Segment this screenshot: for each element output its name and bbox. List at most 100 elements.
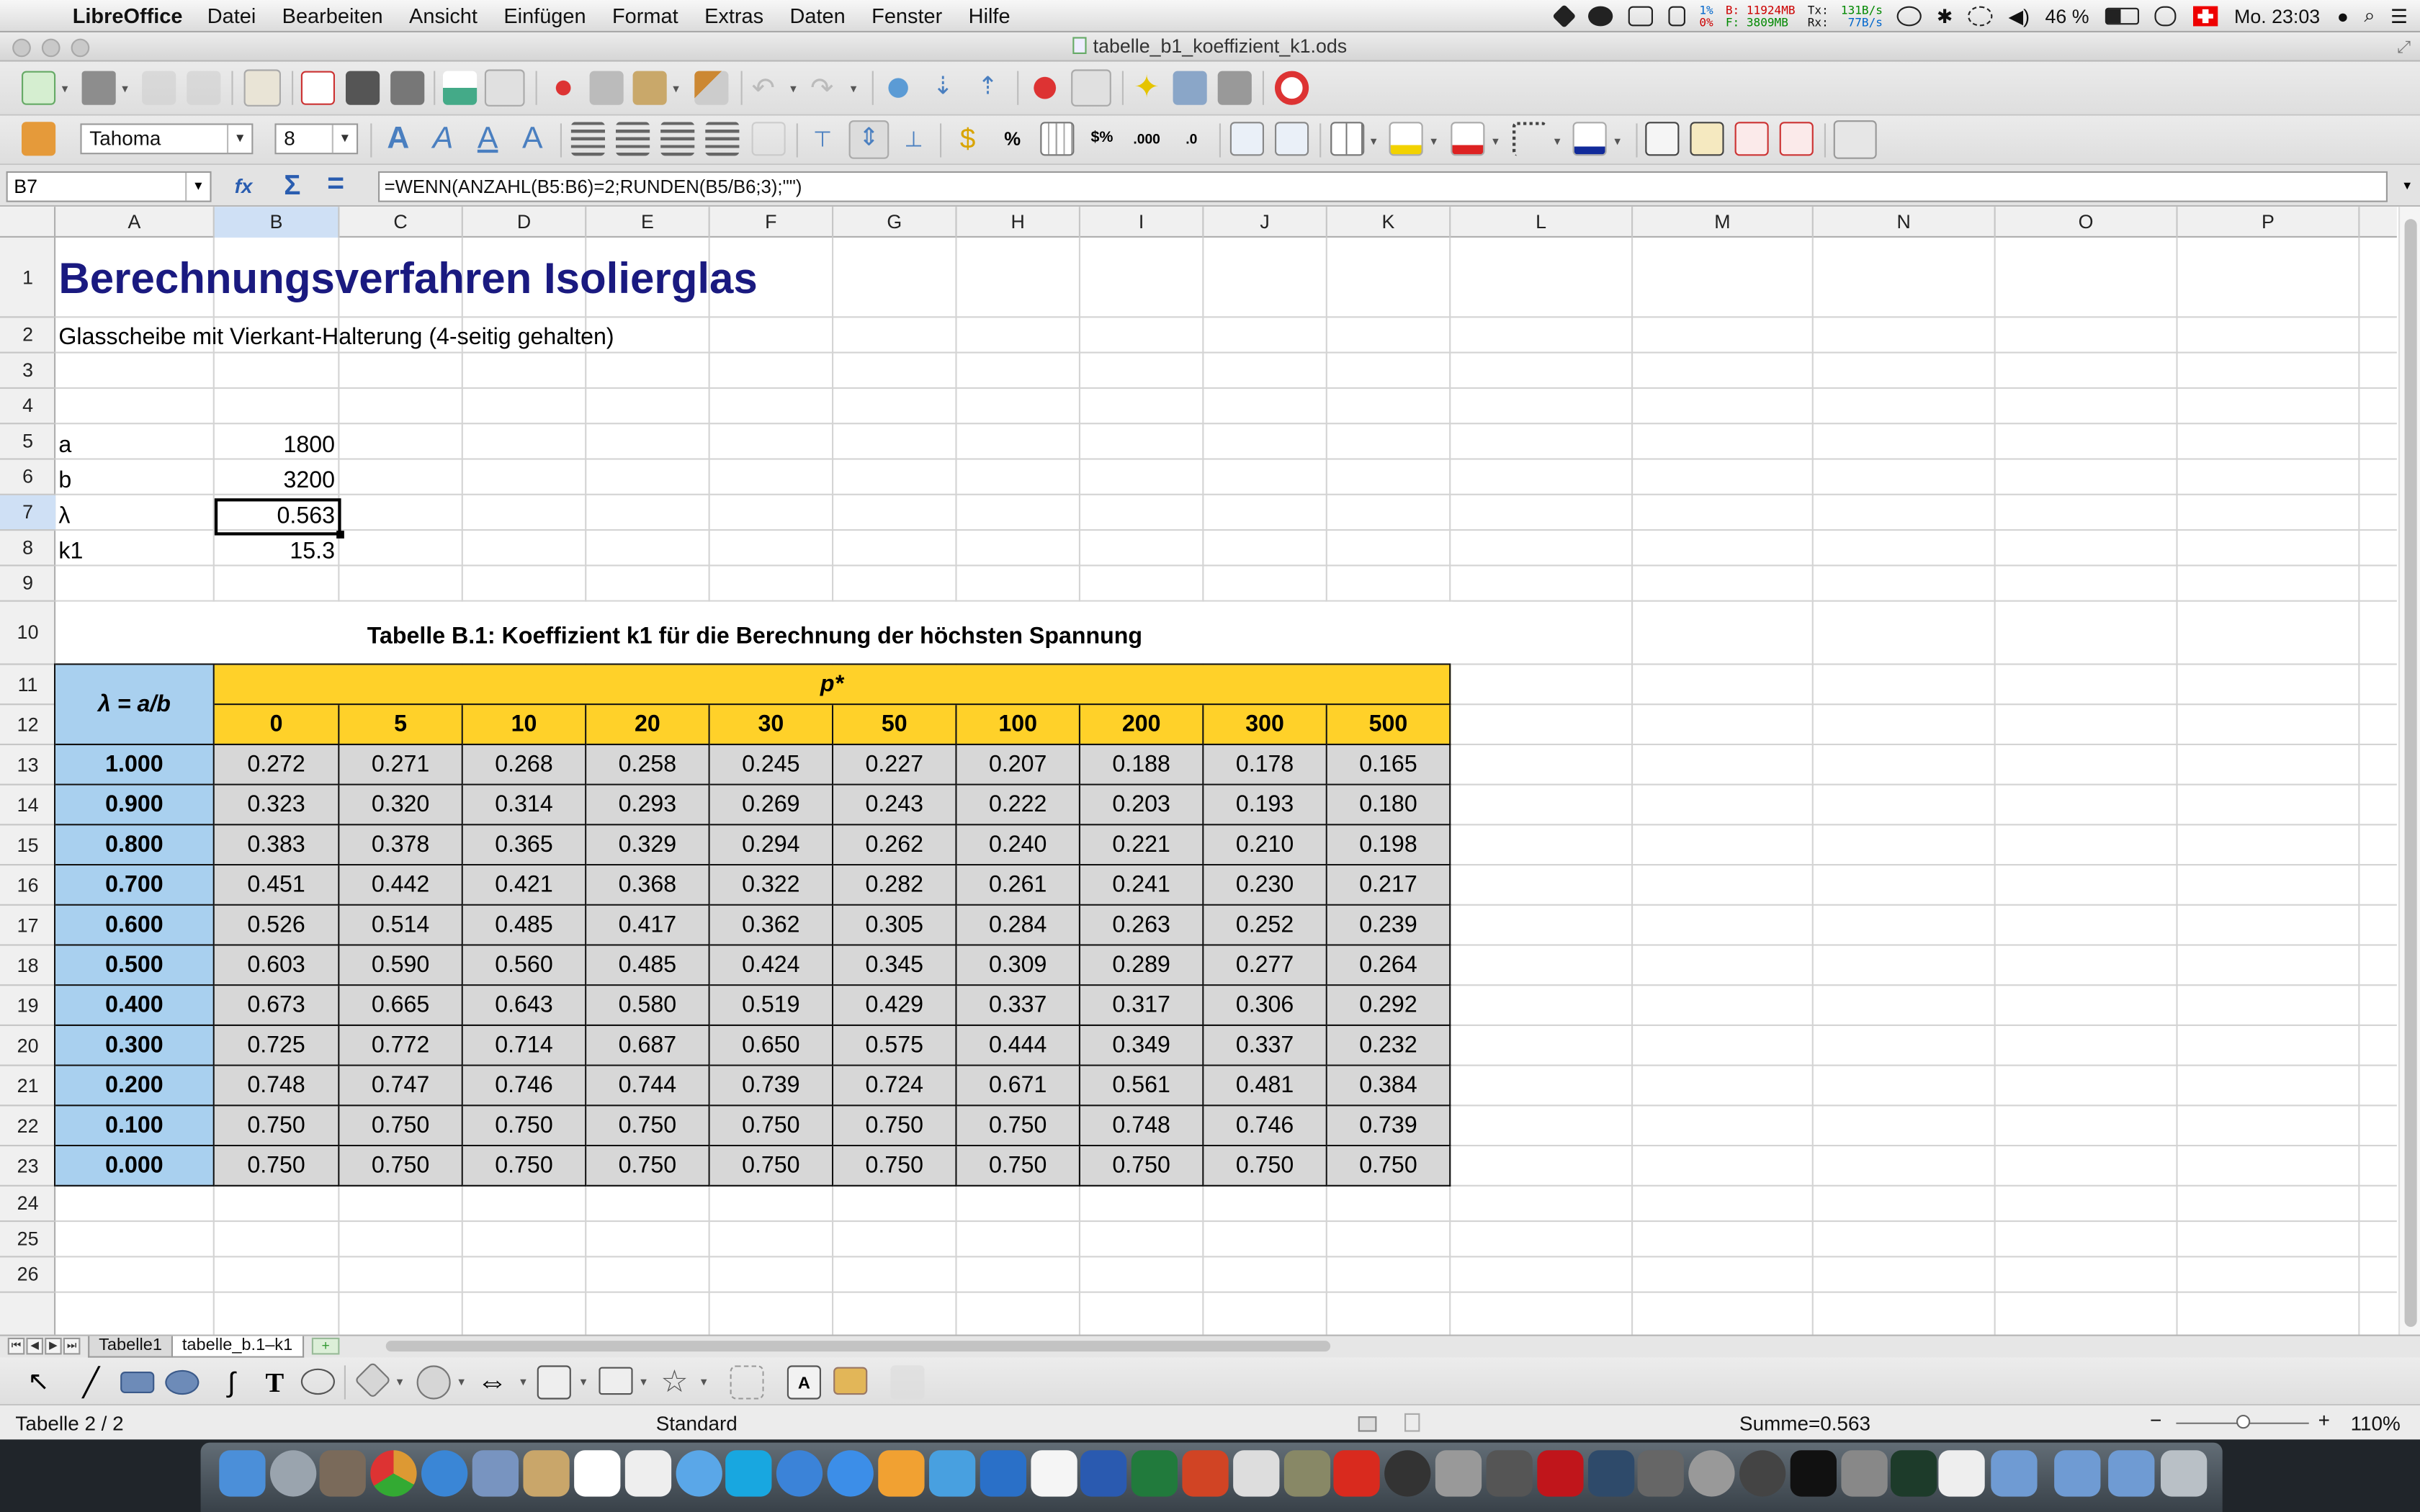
k1-value-cell[interactable]: 0.282: [833, 865, 957, 906]
decrease-indent-icon[interactable]: [1229, 122, 1264, 156]
input-label-b[interactable]: b: [58, 463, 71, 498]
standard-format-icon[interactable]: [1040, 122, 1075, 156]
notification-center-icon[interactable]: ☰: [2390, 4, 2408, 28]
row-header-6[interactable]: 6: [0, 460, 56, 495]
memory-icon[interactable]: [1628, 6, 1654, 27]
lambda-value-cell[interactable]: 0.000: [55, 1146, 215, 1187]
show-draw-functions-icon[interactable]: [1071, 69, 1111, 107]
paste-icon[interactable]: [632, 71, 667, 105]
lambda-value-cell[interactable]: 0.800: [55, 825, 215, 866]
k1-value-cell[interactable]: 0.643: [462, 986, 587, 1026]
k1-value-cell[interactable]: 0.268: [462, 745, 587, 786]
align-center-icon[interactable]: [616, 122, 650, 156]
auto-spellcheck-icon[interactable]: [484, 69, 525, 107]
navigator-icon[interactable]: ✦: [1130, 71, 1164, 105]
k1-value-cell[interactable]: 0.514: [339, 905, 463, 946]
previous-sheet-button[interactable]: ◀: [26, 1337, 43, 1355]
finder-icon[interactable]: [219, 1450, 266, 1497]
k1-value-cell[interactable]: 0.305: [833, 905, 957, 946]
k1-value-cell[interactable]: 0.222: [956, 785, 1080, 826]
excel-icon[interactable]: [1131, 1450, 1178, 1497]
merge-cells-icon[interactable]: [751, 122, 786, 156]
aperture-icon[interactable]: [1384, 1450, 1431, 1497]
insert-row-icon[interactable]: [1645, 122, 1680, 156]
row-header-10[interactable]: 10: [0, 602, 56, 665]
k1-value-cell[interactable]: 0.227: [833, 745, 957, 786]
k1-value-cell[interactable]: 0.188: [1080, 745, 1204, 786]
delete-decimal-icon[interactable]: .0: [1175, 122, 1209, 156]
align-top-icon[interactable]: ⊤: [806, 122, 840, 156]
spellcheck-icon[interactable]: [443, 71, 478, 105]
k1-value-cell[interactable]: 0.748: [214, 1066, 340, 1107]
background-color-icon[interactable]: [1451, 122, 1485, 156]
zoom-level[interactable]: 110%: [2351, 1412, 2401, 1435]
lambda-value-cell[interactable]: 0.100: [55, 1106, 215, 1147]
email-icon[interactable]: [187, 71, 221, 105]
k1-value-cell[interactable]: 0.750: [586, 1146, 710, 1187]
lambda-header-cell[interactable]: λ = a/b: [55, 665, 215, 745]
chevron-down-icon[interactable]: ▼: [185, 173, 210, 201]
sort-descending-icon[interactable]: ⇡: [971, 71, 1005, 105]
chevron-down-icon[interactable]: ▾: [1492, 134, 1499, 148]
column-header-b[interactable]: B: [214, 207, 340, 238]
k1-value-cell[interactable]: 0.337: [1204, 1026, 1327, 1066]
k1-value-cell[interactable]: 0.378: [339, 825, 463, 866]
function-icon[interactable]: =: [327, 168, 344, 202]
p-value-header-cell[interactable]: 100: [956, 705, 1080, 745]
row-header-21[interactable]: 21: [0, 1066, 56, 1107]
memory-meter[interactable]: B: 11924MB F: 3809MB: [1726, 3, 1796, 28]
input-value-k1[interactable]: 15.3: [216, 534, 339, 569]
document-icon[interactable]: [1031, 1450, 1077, 1497]
chevron-down-icon[interactable]: ▾: [122, 82, 128, 96]
chevron-down-icon[interactable]: ▾: [62, 82, 68, 96]
downloads-folder-icon[interactable]: [2108, 1450, 2155, 1497]
align-left-icon[interactable]: [570, 122, 605, 156]
export-pdf-icon[interactable]: [300, 71, 335, 105]
k1-value-cell[interactable]: 0.421: [462, 865, 587, 906]
chevron-down-icon[interactable]: ▼: [227, 125, 251, 153]
data-sources-icon[interactable]: [1217, 71, 1252, 105]
k1-value-cell[interactable]: 0.329: [586, 825, 710, 866]
k1-value-cell[interactable]: 0.750: [956, 1106, 1080, 1147]
column-header-h[interactable]: H: [957, 207, 1080, 238]
points-icon[interactable]: [730, 1365, 764, 1400]
select-arrow-icon[interactable]: ↖: [22, 1365, 55, 1399]
font-name-box[interactable]: Tahoma ▼: [80, 123, 254, 155]
k1-value-cell[interactable]: 0.526: [214, 905, 340, 946]
row-header-16[interactable]: 16: [0, 865, 56, 906]
keynote-icon[interactable]: [929, 1450, 976, 1497]
trash-icon[interactable]: [2161, 1450, 2208, 1497]
k1-value-cell[interactable]: 0.230: [1204, 865, 1327, 906]
menu-bearbeiten[interactable]: Bearbeiten: [282, 4, 383, 27]
pages-icon[interactable]: [980, 1450, 1026, 1497]
text-tool-icon[interactable]: T: [258, 1365, 292, 1399]
fill-handle[interactable]: [336, 531, 344, 539]
k1-value-cell[interactable]: 0.671: [956, 1066, 1080, 1107]
k1-value-cell[interactable]: 0.269: [709, 785, 834, 826]
k1-value-cell[interactable]: 0.746: [462, 1066, 587, 1107]
column-header-m[interactable]: M: [1633, 207, 1814, 238]
k1-value-cell[interactable]: 0.368: [586, 865, 710, 906]
k1-value-cell[interactable]: 0.362: [709, 905, 834, 946]
select-all-corner[interactable]: [0, 207, 56, 238]
new-document-icon[interactable]: [22, 71, 56, 105]
reminders-icon[interactable]: [624, 1450, 672, 1497]
help-icon[interactable]: [1275, 71, 1309, 105]
page-style[interactable]: Standard: [656, 1412, 738, 1435]
k1-value-cell[interactable]: 0.210: [1204, 825, 1327, 866]
input-value-a[interactable]: 1800: [216, 428, 339, 463]
column-header-c[interactable]: C: [339, 207, 463, 238]
check-icon[interactable]: [1588, 6, 1613, 27]
align-right-icon[interactable]: [660, 122, 695, 156]
calculator-icon[interactable]: [1938, 1450, 1985, 1497]
k1-value-cell[interactable]: 0.180: [1327, 785, 1451, 826]
k1-value-cell[interactable]: 0.580: [586, 986, 710, 1026]
calendar-icon[interactable]: [574, 1450, 621, 1497]
currency-format-icon[interactable]: $: [951, 122, 985, 156]
word-icon[interactable]: [1080, 1450, 1127, 1497]
sort-ascending-icon[interactable]: ⇣: [926, 71, 960, 105]
k1-value-cell[interactable]: 0.739: [1327, 1106, 1451, 1147]
callout-tool-icon[interactable]: [300, 1368, 335, 1395]
k1-value-cell[interactable]: 0.485: [586, 945, 710, 986]
k1-value-cell[interactable]: 0.714: [462, 1026, 587, 1066]
